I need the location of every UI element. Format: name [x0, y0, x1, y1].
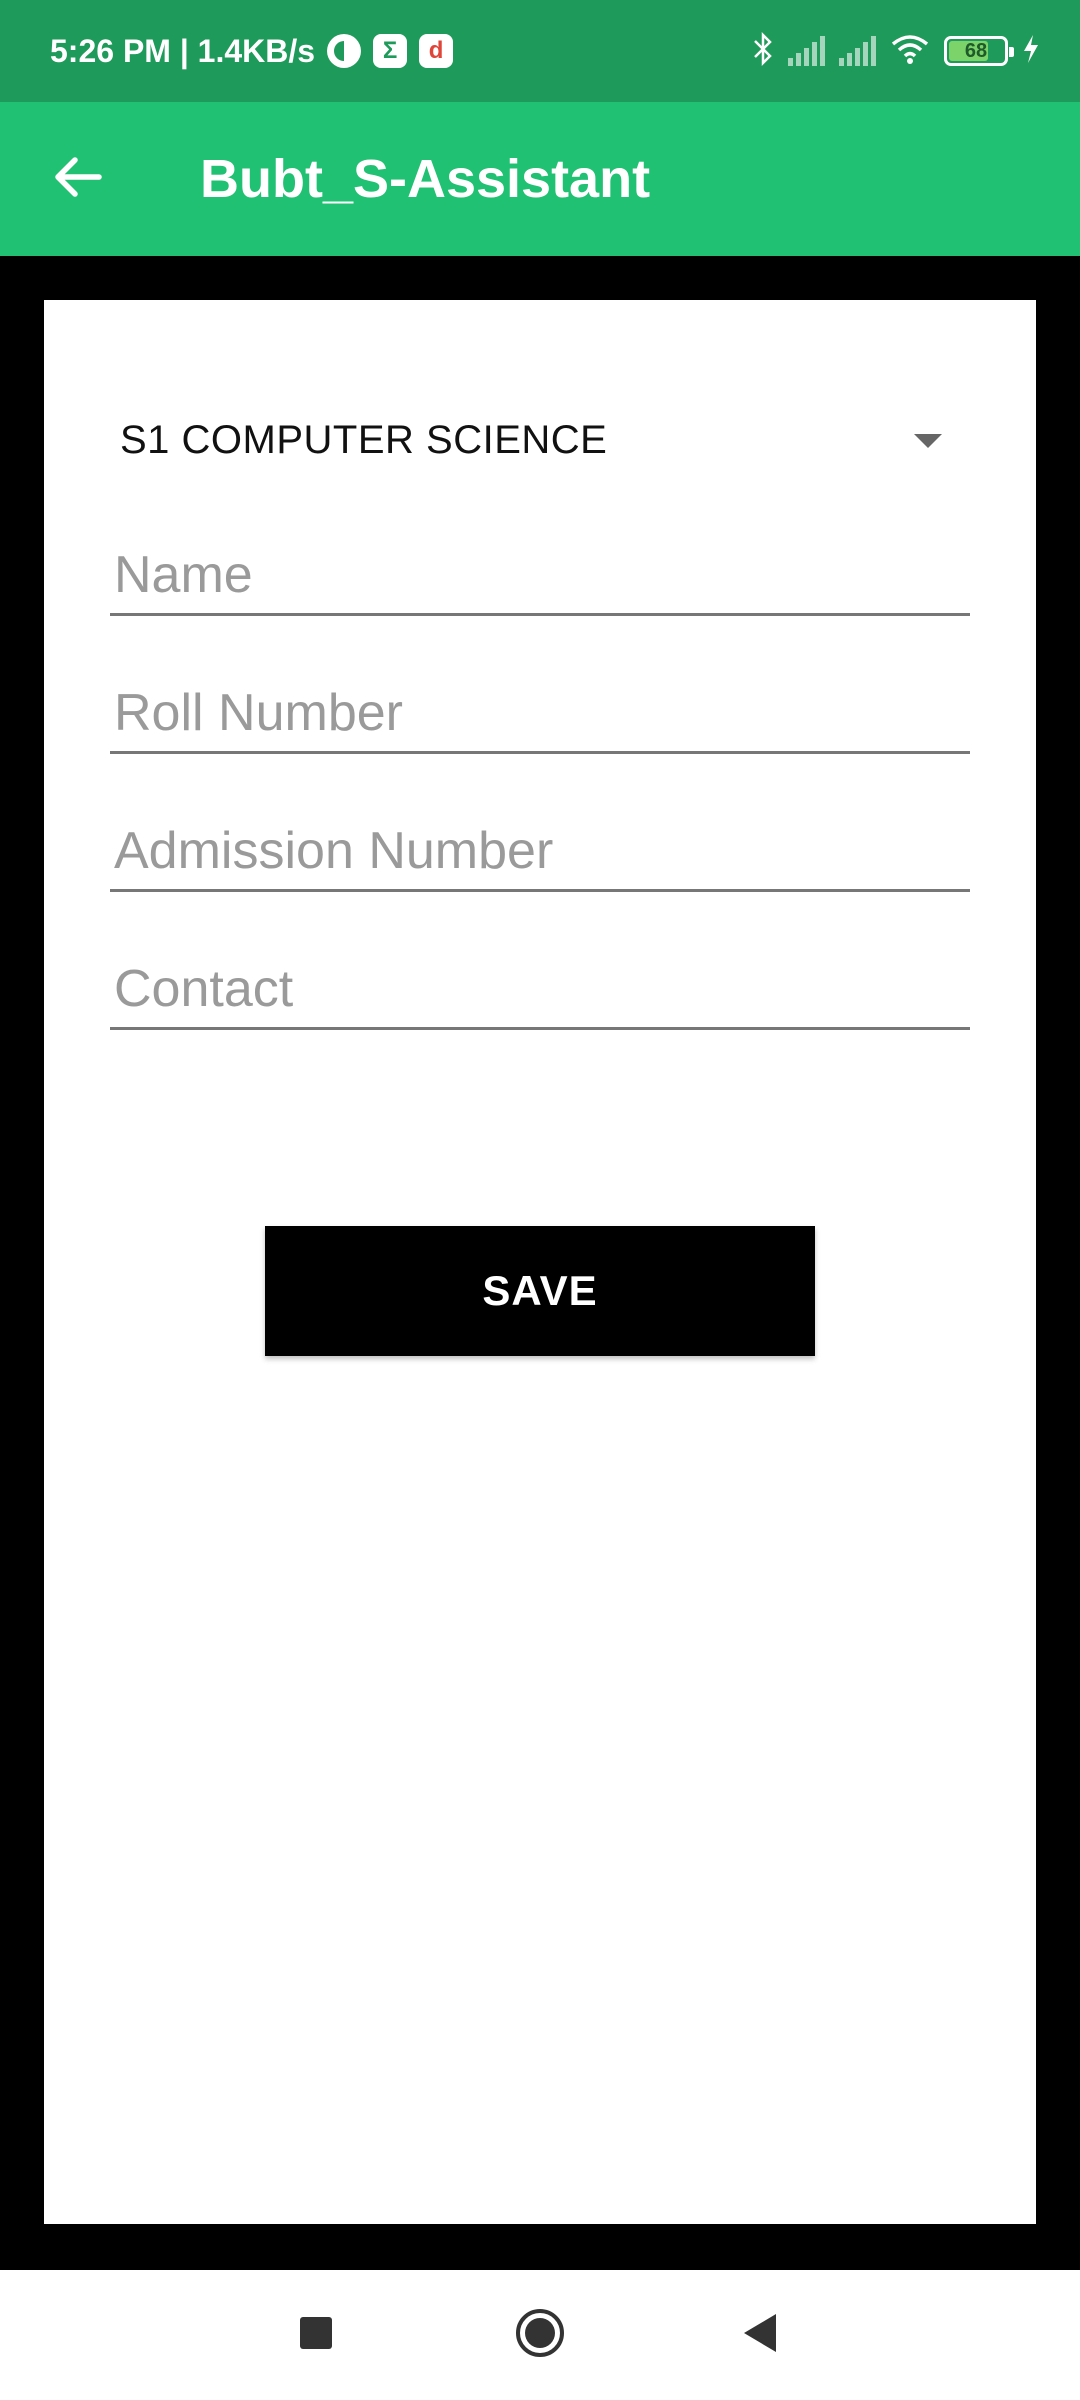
class-spinner[interactable]: S1 COMPUTER SCIENCE	[120, 390, 990, 490]
roll-number-input[interactable]	[110, 683, 970, 743]
status-time-speed: 5:26 PM | 1.4KB/s	[50, 32, 316, 69]
battery-cap	[1009, 47, 1014, 57]
status-left: 5:26 PM | 1.4KB/s Σ d	[50, 32, 454, 70]
content-area: S1 COMPUTER SCIENCE SAVE	[0, 256, 1080, 2230]
circle-home-icon	[514, 2307, 566, 2364]
save-button[interactable]: SAVE	[265, 1226, 815, 1356]
admission-number-field	[110, 792, 970, 892]
status-bar: 5:26 PM | 1.4KB/s Σ d 68	[0, 0, 1080, 102]
dropdown-arrow-icon	[914, 434, 942, 448]
admission-number-input[interactable]	[110, 821, 970, 881]
wifi-icon	[890, 33, 930, 70]
page-title: Bubt_S-Assistant	[200, 149, 651, 209]
name-field	[110, 516, 970, 616]
app-c-icon	[327, 34, 362, 68]
back-button[interactable]	[28, 129, 128, 229]
recents-button[interactable]	[246, 2270, 386, 2400]
navigation-bar	[0, 2270, 1080, 2400]
home-button[interactable]	[470, 2270, 610, 2400]
contact-field	[110, 930, 970, 1030]
app-bar: Bubt_S-Assistant	[0, 102, 1080, 256]
class-spinner-value: S1 COMPUTER SCIENCE	[120, 417, 608, 462]
charging-icon	[1022, 34, 1040, 69]
nav-back-button[interactable]	[690, 2270, 830, 2400]
status-right: 68	[752, 31, 1040, 71]
arrow-left-icon	[53, 155, 103, 204]
d-app-icon: d	[419, 34, 454, 68]
bluetooth-icon	[752, 31, 774, 71]
name-input[interactable]	[110, 545, 970, 605]
battery-level: 68	[964, 39, 988, 62]
signal-icon	[788, 36, 825, 66]
triangle-back-icon	[740, 2312, 780, 2359]
roll-number-field	[110, 654, 970, 754]
square-recents-icon	[298, 2315, 334, 2356]
battery-icon: 68	[944, 36, 1014, 66]
signal-icon	[839, 36, 876, 66]
contact-input[interactable]	[110, 959, 970, 1019]
form-card: S1 COMPUTER SCIENCE SAVE	[44, 300, 1036, 2224]
sigma-app-icon: Σ	[373, 34, 408, 68]
